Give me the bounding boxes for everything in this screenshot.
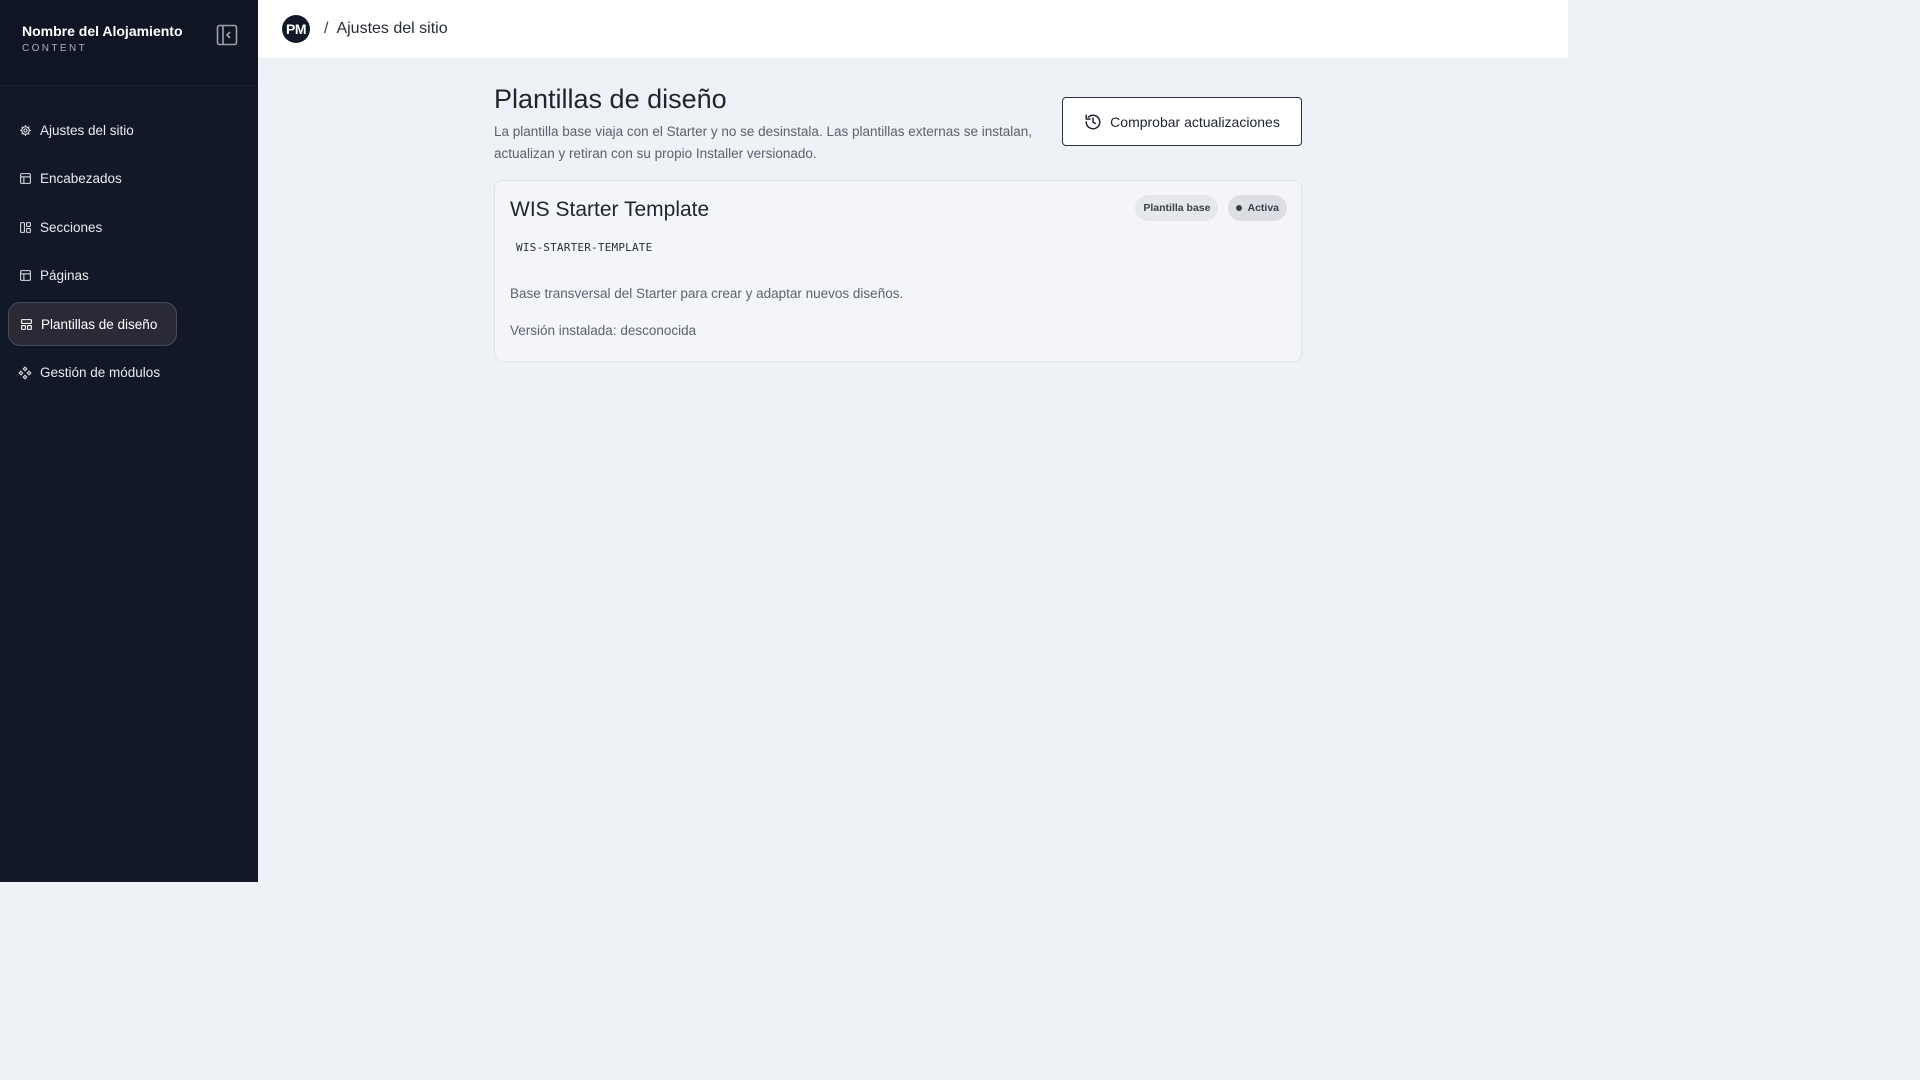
template-description: Base transversal del Starter para crear …: [510, 286, 904, 301]
sidebar-header: Nombre del Alojamiento CONTENT: [0, 0, 258, 86]
sidebar-item-gestion-de-modulos[interactable]: Gestión de módulos: [8, 351, 177, 395]
page-description: La plantilla base viaja con el Starter y…: [494, 124, 1033, 161]
sidebar-item-label: Gestión de módulos: [40, 365, 161, 380]
layout-icon: [18, 172, 32, 186]
panel-collapse-icon: [216, 24, 238, 51]
base-template-badge: Plantilla base: [1135, 195, 1219, 221]
history-icon: [1084, 113, 1102, 131]
template-badges: Plantilla base Activa: [1135, 195, 1287, 221]
sidebar-item-label: Encabezados: [40, 171, 122, 186]
sidebar-item-label: Páginas: [40, 268, 89, 283]
avatar[interactable]: PM: [282, 15, 310, 43]
breadcrumb-separator: /: [324, 20, 329, 37]
status-badge: Activa: [1228, 195, 1287, 221]
sidebar-item-plantillas-de-diseno[interactable]: Plantillas de diseño: [8, 302, 177, 346]
sidebar-item-label: Plantillas de diseño: [41, 316, 158, 332]
sidebar-item-paginas[interactable]: Páginas: [8, 254, 177, 298]
status-badge-label: Activa: [1247, 202, 1279, 214]
sidebar-item-encabezados[interactable]: Encabezados: [8, 157, 177, 201]
sidebar-brand: Nombre del Alojamiento CONTENT: [22, 22, 183, 54]
modules-icon: [18, 365, 32, 380]
sections-icon: [18, 220, 32, 234]
check-updates-button[interactable]: Comprobar actualizaciones: [1062, 97, 1302, 146]
sidebar-item-ajustes-del-sitio[interactable]: Ajustes del sitio: [8, 108, 177, 152]
status-dot: [1236, 205, 1243, 211]
topbar: PM / Ajustes del sitio: [258, 0, 1568, 59]
main-area: PM / Ajustes del sitio Plantillas de dis…: [258, 0, 1568, 882]
template-card: WIS Starter Template Plantilla base Acti…: [494, 180, 1302, 362]
breadcrumb[interactable]: Ajustes del sitio: [336, 20, 447, 38]
page-header: Plantillas de diseño La plantilla base v…: [494, 83, 1302, 164]
sidebar-item-label: Ajustes del sitio: [40, 122, 134, 138]
sidebar: Nombre del Alojamiento CONTENT Ajustes d…: [0, 0, 258, 882]
gear-icon: [18, 123, 32, 137]
template-slug: WIS-STARTER-TEMPLATE: [516, 241, 653, 254]
layout-icon: [18, 269, 32, 283]
page-content: Plantillas de diseño La plantilla base v…: [258, 59, 1568, 882]
check-updates-label: Comprobar actualizaciones: [1110, 113, 1280, 130]
template-version: Versión instalada: desconocida: [510, 323, 697, 338]
sidebar-nav: Ajustes del sitio Encabezados Secciones …: [0, 86, 258, 395]
collapse-sidebar-button[interactable]: [216, 24, 238, 51]
app-root: Nombre del Alojamiento CONTENT Ajustes d…: [0, 0, 1568, 882]
site-name: Nombre del Alojamiento: [22, 23, 183, 39]
sidebar-item-secciones[interactable]: Secciones: [8, 205, 177, 249]
site-subtitle: CONTENT: [22, 43, 88, 54]
template-icon: [19, 317, 33, 331]
sidebar-item-label: Secciones: [40, 219, 103, 235]
